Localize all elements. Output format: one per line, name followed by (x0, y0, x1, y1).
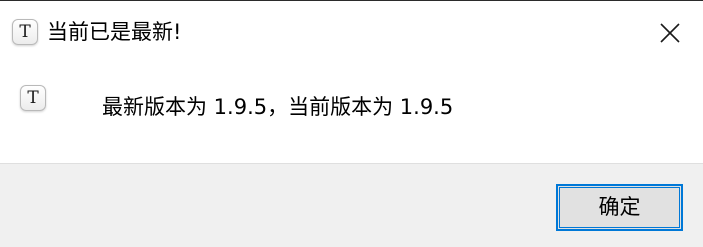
title-bar: T 当前已是最新! (0, 1, 703, 65)
dialog-title: 当前已是最新! (47, 20, 182, 44)
ok-button[interactable]: 确定 (556, 184, 683, 231)
version-message: 最新版本为 1.9.5，当前版本为 1.9.5 (102, 95, 454, 119)
app-icon: T (12, 19, 38, 45)
dialog-footer: 确定 (0, 163, 703, 247)
close-icon (660, 23, 680, 43)
ok-button-label: 确定 (598, 195, 641, 219)
message-app-icon: T (20, 85, 46, 111)
message-dialog: T 当前已是最新! T 最新版本为 1.9.5，当前版本为 1.9.5 确定 (0, 0, 703, 247)
close-button[interactable] (650, 13, 690, 53)
